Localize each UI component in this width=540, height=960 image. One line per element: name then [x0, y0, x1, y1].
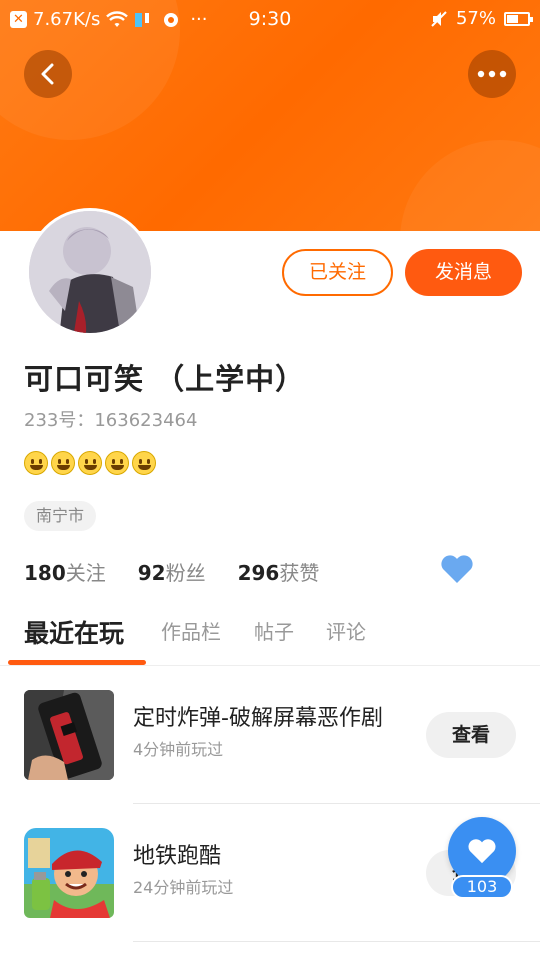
- battery-percent: 57%: [455, 8, 496, 29]
- avatar-image: [29, 211, 151, 333]
- heart-icon[interactable]: [440, 554, 474, 588]
- game-thumbnail: [24, 690, 114, 780]
- battery-icon: [504, 11, 533, 26]
- profile-stats: 180关注 92粉丝 296获赞: [24, 557, 351, 586]
- tab-comments[interactable]: 评论: [326, 616, 366, 645]
- fans-count: 92: [137, 561, 166, 585]
- divider: [133, 941, 540, 942]
- tab-recently-played[interactable]: 最近在玩: [24, 614, 124, 650]
- game-title: 地铁跑酷: [133, 844, 222, 869]
- list-item[interactable]: 定时炸弹-破解屏幕恶作剧 4分钟前玩过 查看: [0, 666, 540, 804]
- likes-stat[interactable]: 296获赞: [238, 557, 320, 586]
- view-game-button[interactable]: 查看: [426, 712, 516, 758]
- following-stat[interactable]: 180关注: [24, 557, 106, 586]
- profile-nickname: 可口可笑 （上学中）: [24, 362, 306, 396]
- game-last-played: 24分钟前玩过: [133, 878, 234, 897]
- grinning-emoji-icon: [105, 451, 129, 475]
- send-message-button[interactable]: 发消息: [405, 249, 522, 296]
- more-options-button[interactable]: [468, 50, 516, 98]
- grinning-emoji-icon: [132, 451, 156, 475]
- like-count-badge: 103: [451, 875, 513, 899]
- followed-button[interactable]: 已关注: [282, 249, 393, 296]
- following-label: 关注: [65, 561, 106, 585]
- status-bar: ✕ 7.67K/s ··· 9:30 57%: [0, 0, 540, 40]
- location-tag: 南宁市: [24, 501, 97, 531]
- mute-icon: [431, 10, 447, 27]
- heart-icon: [468, 839, 496, 864]
- fans-stat[interactable]: 92粉丝: [138, 557, 206, 586]
- tab-posts[interactable]: 帖子: [254, 616, 294, 645]
- following-count: 180: [24, 561, 66, 585]
- grinning-emoji-icon: [51, 451, 75, 475]
- profile-uid: 233号：163623464: [24, 410, 198, 431]
- profile-bio: [24, 451, 156, 475]
- game-last-played: 4分钟前玩过: [133, 740, 224, 759]
- grinning-emoji-icon: [78, 451, 102, 475]
- likes-label: 获赞: [279, 561, 320, 585]
- fans-label: 粉丝: [165, 561, 206, 585]
- more-dots-icon: [477, 70, 507, 78]
- game-thumbnail: [24, 828, 114, 918]
- back-button[interactable]: [24, 50, 72, 98]
- profile-tabs: 最近在玩 作品栏 帖子 评论: [0, 604, 540, 666]
- active-tab-indicator: [8, 660, 146, 665]
- tab-works[interactable]: 作品栏: [161, 616, 221, 645]
- avatar[interactable]: [26, 208, 154, 336]
- game-title: 定时炸弹-破解屏幕恶作剧: [133, 706, 383, 731]
- grinning-emoji-icon: [24, 451, 48, 475]
- likes-count: 296: [237, 561, 280, 585]
- chevron-left-icon: [41, 63, 54, 85]
